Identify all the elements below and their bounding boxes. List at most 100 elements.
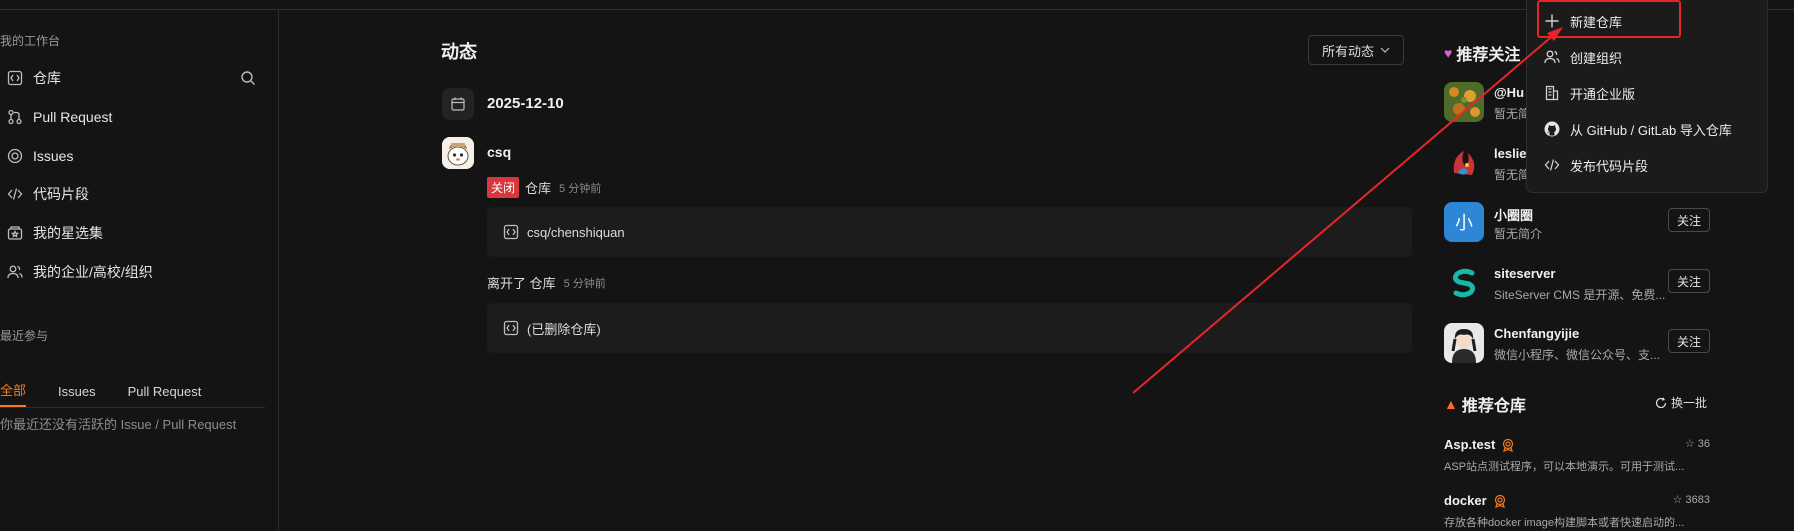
heart-icon: ♥ [1444, 45, 1453, 61]
refresh-icon [1655, 397, 1667, 408]
sidebar-item-pull-request[interactable]: Pull Request [7, 105, 112, 129]
user-desc: 暂无简 [1494, 168, 1531, 182]
gvp-badge-icon [1494, 494, 1505, 508]
code-icon [7, 186, 23, 202]
repo-icon [7, 70, 23, 86]
pull-request-icon [7, 109, 23, 125]
follow-button[interactable]: 关注 [1668, 329, 1710, 353]
event-time: 5 分钟前 [563, 277, 606, 290]
tab-issues[interactable]: Issues [58, 384, 96, 407]
repo-icon [503, 224, 519, 240]
repo-stars: ☆ 36 [1684, 437, 1710, 451]
recommend-user[interactable]: 小 小圈圈 暂无简介 关注 [1444, 202, 1710, 246]
sidebar-item-label: Issues [33, 148, 74, 164]
avatar[interactable] [1444, 323, 1484, 363]
repo-name[interactable]: Asp.test [1444, 437, 1495, 452]
user-name[interactable]: siteserver [1494, 266, 1555, 281]
repo-icon [503, 320, 519, 336]
organization-icon [7, 264, 23, 280]
avatar[interactable]: 小 [1444, 202, 1484, 242]
tab-all[interactable]: 全部 [0, 380, 27, 407]
user-name[interactable]: Chenfangyijie [1494, 326, 1579, 341]
annotation-highlight-box [1537, 0, 1681, 38]
menu-item-publish-snippet[interactable]: 发布代码片段 [1544, 153, 1648, 177]
feed-user-name[interactable]: csq [487, 144, 511, 160]
sidebar-item-repos[interactable]: 仓库 [7, 66, 61, 90]
repo-card[interactable]: (已删除仓库) [487, 303, 1412, 353]
menu-item-label: 发布代码片段 [1570, 158, 1649, 174]
search-icon[interactable] [240, 70, 258, 88]
menu-item-label: 开通企业版 [1570, 86, 1636, 102]
sidebar-item-label: Pull Request [33, 109, 113, 125]
repo-link[interactable]: csq/chenshiquan [527, 225, 625, 240]
top-header-bar [0, 0, 1794, 10]
repo-name[interactable]: docker [1444, 493, 1487, 508]
user-desc: SiteServer CMS 是开源、免费... [1494, 288, 1666, 302]
avatar[interactable] [442, 137, 474, 169]
recommend-user[interactable]: Chenfangyijie 微信小程序、微信公众号、支... 关注 [1444, 323, 1710, 367]
repo-stars: ☆ 3683 [1672, 493, 1710, 507]
sidebar-item-label: 仓库 [33, 70, 61, 86]
menu-item-enterprise[interactable]: 开通企业版 [1544, 81, 1635, 105]
star-icon: ☆ [1672, 494, 1683, 506]
repo-card[interactable]: csq/chenshiquan [487, 207, 1412, 257]
deleted-repo-label: (已删除仓库) [527, 321, 601, 337]
tab-pull-request[interactable]: Pull Request [128, 384, 202, 407]
event-time: 5 分钟前 [559, 182, 602, 195]
menu-item-label: 从 GitHub / GitLab 导入仓库 [1570, 122, 1732, 138]
menu-item-create-org[interactable]: 创建组织 [1544, 45, 1622, 69]
star-icon: ☆ [1684, 438, 1695, 450]
github-icon [1544, 121, 1560, 137]
event-text: 仓库 [525, 181, 552, 196]
user-name[interactable]: 小圈圈 [1494, 205, 1533, 224]
activity-filter-select[interactable]: 所有动态 [1308, 35, 1404, 65]
workspace-title: 我的工作台 [0, 34, 61, 48]
page-title: 动态 [441, 42, 477, 62]
sidebar-item-label: 我的企业/高校/组织 [33, 264, 153, 280]
feed-event: 关闭 仓库 5 分钟前 [487, 177, 601, 198]
organization-icon [1544, 49, 1560, 65]
recommend-repo[interactable]: docker 存放各种docker image构建脚本或者快速启动的... ☆ … [1444, 493, 1710, 530]
avatar[interactable] [1444, 263, 1484, 303]
sidebar: 我的工作台 仓库 Pull Request Issues 代码片段 我的星选集 [0, 10, 279, 531]
feed-date: 2025-12-10 [487, 95, 564, 112]
sidebar-item-issues[interactable]: Issues [7, 144, 73, 168]
repo-desc: 存放各种docker image构建脚本或者快速启动的... [1444, 517, 1685, 529]
recommend-users-title: ♥ 推荐关注 [1444, 41, 1520, 65]
sidebar-item-stars[interactable]: 我的星选集 [7, 221, 103, 245]
recommend-repo[interactable]: Asp.test ASP站点测试程序，可以本地演示。可用于测试... ☆ 36 [1444, 437, 1710, 474]
code-icon [1544, 157, 1560, 173]
avatar-initial: 小 [1455, 213, 1473, 233]
gvp-badge-icon [1503, 438, 1514, 452]
sidebar-item-label: 代码片段 [33, 186, 89, 202]
recommend-user[interactable]: siteserver SiteServer CMS 是开源、免费... 关注 [1444, 263, 1710, 307]
user-desc: 微信小程序、微信公众号、支... [1494, 348, 1661, 362]
menu-item-import-repo[interactable]: 从 GitHub / GitLab 导入仓库 [1544, 117, 1732, 141]
refresh-label: 换一批 [1671, 396, 1708, 410]
empty-state-text: 你最近还没有活跃的 Issue / Pull Request [0, 417, 237, 432]
sidebar-item-organizations[interactable]: 我的企业/高校/组织 [7, 260, 153, 284]
refresh-button[interactable]: 换一批 [1655, 394, 1707, 411]
issues-icon [7, 148, 23, 164]
follow-button[interactable]: 关注 [1668, 208, 1710, 232]
recommend-users-label: 推荐关注 [1456, 47, 1521, 64]
chevron-down-icon [1380, 47, 1390, 53]
calendar-icon [442, 88, 474, 120]
event-text: 离开了 仓库 [487, 276, 556, 291]
repo-desc: ASP站点测试程序，可以本地演示。可用于测试... [1444, 461, 1685, 473]
sidebar-item-snippets[interactable]: 代码片段 [7, 182, 89, 206]
recommend-repos-label: 推荐仓库 [1461, 398, 1526, 415]
feed-event: 离开了 仓库 5 分钟前 [487, 273, 606, 292]
user-name[interactable]: leslie [1494, 146, 1527, 161]
menu-item-label: 创建组织 [1570, 50, 1623, 66]
star-count: 3683 [1685, 493, 1710, 506]
star-collection-icon [7, 225, 23, 241]
recommend-repos-title: ▲ 推荐仓库 [1444, 392, 1526, 416]
follow-button[interactable]: 关注 [1668, 269, 1710, 293]
star-count: 36 [1697, 437, 1710, 450]
avatar[interactable] [1444, 82, 1484, 122]
avatar[interactable] [1444, 143, 1484, 183]
recent-title: 最近参与 [0, 329, 49, 343]
status-badge: 关闭 [487, 177, 520, 198]
user-name[interactable]: @Hu [1494, 85, 1524, 100]
